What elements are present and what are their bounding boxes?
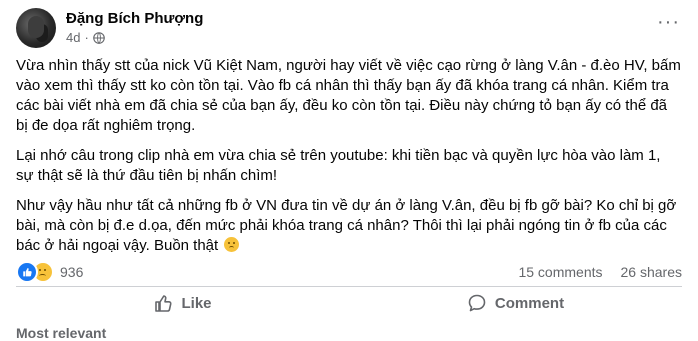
post-header: Đặng Bích Phượng 4d ·: [16, 8, 203, 48]
reactions[interactable]: 936: [16, 261, 83, 283]
post-meta: Đặng Bích Phượng 4d ·: [66, 9, 203, 47]
post-content: Vừa nhìn thấy stt của nick Vũ Kiệt Nam, …: [16, 56, 682, 266]
comment-label: Comment: [494, 294, 565, 312]
divider: [16, 286, 682, 287]
shares-count[interactable]: 26 shares: [621, 264, 682, 280]
like-reaction-icon: [16, 261, 38, 283]
like-label: Like: [181, 294, 212, 312]
reaction-count: 936: [60, 264, 84, 280]
thumbs-up-icon: [155, 295, 173, 312]
post-stats: 936 15 comments 26 shares: [16, 261, 682, 283]
sad-face-icon: [224, 237, 240, 252]
author-name[interactable]: Đặng Bích Phượng: [66, 9, 203, 29]
post-paragraph: Như vậy hầu như tất cả những fb ở VN đưa…: [16, 196, 682, 256]
comment-sort-label[interactable]: Most relevant: [16, 325, 106, 341]
post-subline: 4d ·: [66, 29, 203, 47]
engagement-counts: 15 comments 26 shares: [518, 264, 682, 280]
globe-icon: [93, 32, 105, 44]
comments-count[interactable]: 15 comments: [518, 264, 602, 280]
post-paragraph: Vừa nhìn thấy stt của nick Vũ Kiệt Nam, …: [16, 57, 681, 134]
comment-button[interactable]: Comment: [349, 288, 682, 318]
separator-dot: ·: [84, 30, 89, 45]
comment-icon: [468, 294, 486, 312]
like-button[interactable]: Like: [16, 288, 349, 318]
action-bar: Like Comment: [16, 288, 682, 318]
post-paragraph: Lại nhớ câu trong clip nhà em vừa chia s…: [16, 147, 661, 184]
post-time[interactable]: 4d: [66, 29, 80, 47]
more-options-button[interactable]: ···: [657, 12, 680, 32]
avatar[interactable]: [16, 8, 56, 48]
post-paragraph-text: Như vậy hầu như tất cả những fb ở VN đưa…: [16, 197, 677, 254]
